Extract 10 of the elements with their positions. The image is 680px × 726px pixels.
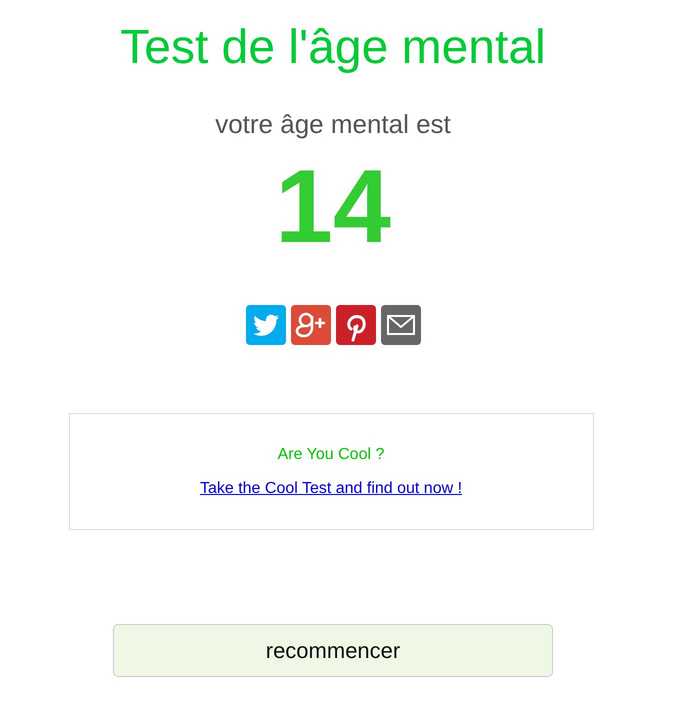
envelope-icon[interactable]	[380, 305, 420, 345]
result-number: 14	[275, 151, 391, 263]
google-plus-icon[interactable]	[290, 305, 330, 345]
cool-test-link[interactable]: Take the Cool Test and find out now !	[200, 480, 462, 498]
pin-icon[interactable]	[336, 305, 376, 345]
page-title: Test de l'âge mental	[120, 20, 546, 76]
subtitle: votre âge mental est	[215, 109, 451, 139]
bird-icon[interactable]	[246, 305, 286, 345]
restart-button[interactable]: recommencer	[113, 624, 553, 677]
promo-heading: Are You Cool ?	[278, 446, 384, 464]
